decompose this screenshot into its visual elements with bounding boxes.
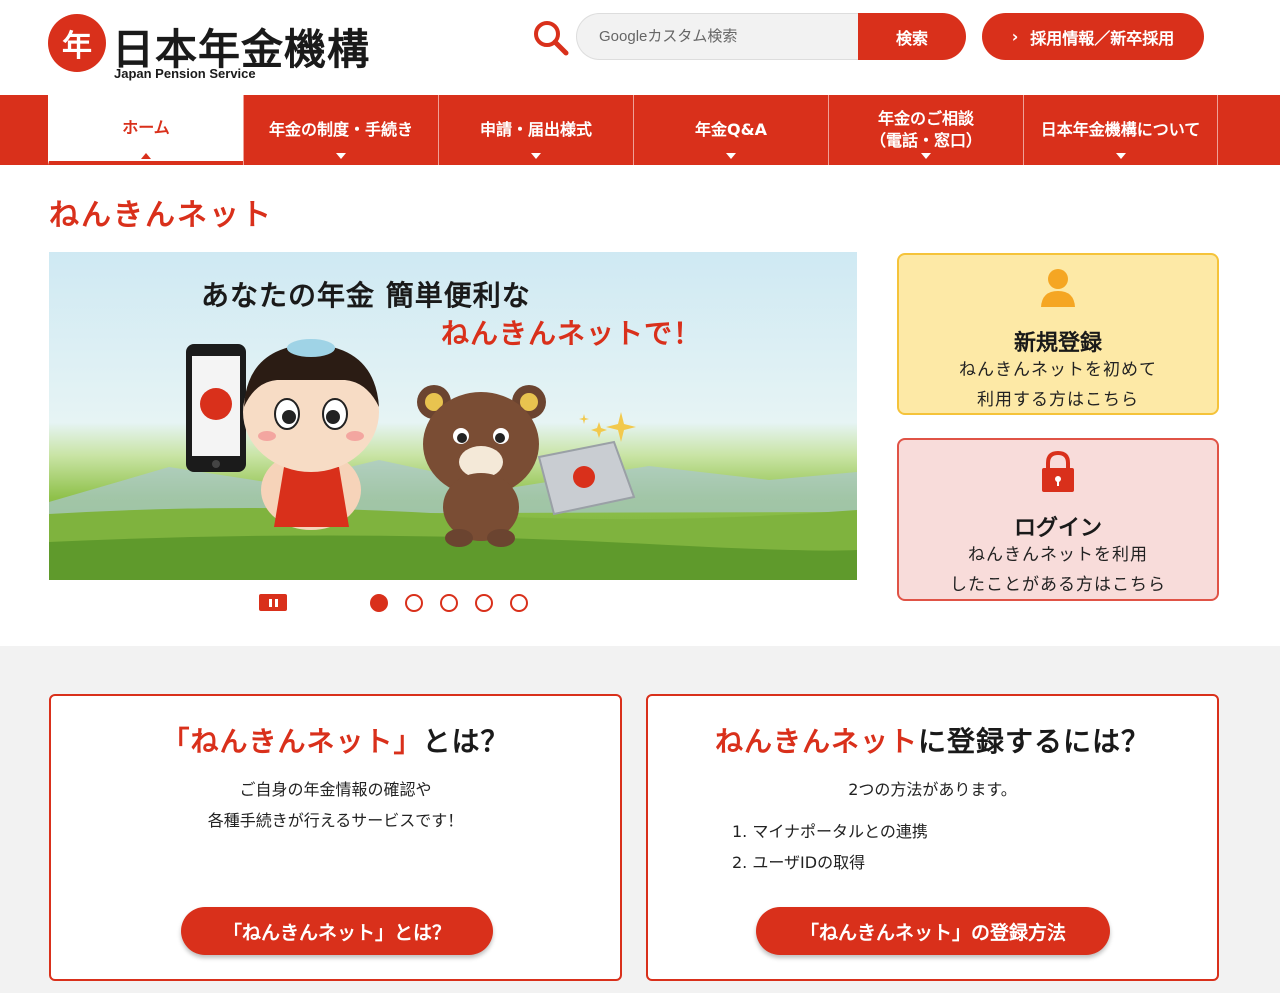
register-box-title-highlight: ねんきんネット [714, 725, 918, 758]
nav-item-label-line1: 年金のご相談 [877, 109, 974, 128]
carousel-dot-5[interactable] [510, 594, 528, 612]
about-box-text: ご自身の年金情報の確認や [239, 780, 432, 799]
about-box-title: 「ねんきんネット」とは？ [51, 720, 620, 760]
nav-item-about[interactable]: 日本年金機構について [1023, 95, 1218, 165]
register-box-title: ねんきんネットに登録するには？ [648, 720, 1217, 760]
nav-item-label: 日本年金機構について [1040, 120, 1201, 139]
caret-down-icon [921, 153, 931, 159]
lock-icon [1042, 450, 1074, 492]
pause-icon [268, 598, 272, 607]
carousel-dot-1[interactable] [370, 594, 388, 612]
register-card[interactable]: 新規登録 ねんきんネットを初めて 利用する方はこちら [897, 253, 1219, 415]
recruit-button-label: 採用情報／新卒採用 [1030, 28, 1175, 48]
carousel-dot-3[interactable] [440, 594, 458, 612]
register-method-list-item: 1. マイナポータルとの連携 [732, 822, 928, 841]
caret-up-icon [141, 153, 151, 159]
nav-item-system-procedures[interactable]: 年金の制度・手続き [243, 95, 438, 165]
nav-item-label: 年金の制度・手続き [268, 120, 413, 139]
nav-item-label: 申請・届出様式 [479, 120, 592, 139]
login-card-desc: ねんきんネットを利用 [968, 545, 1148, 565]
nav-item-label: 年金Q&A [695, 120, 767, 139]
main-nav: ホーム 年金の制度・手続き 申請・届出様式 年金Q&A 年金のご相談 （電話・窓… [0, 95, 1280, 165]
login-card-title: ログイン [1013, 516, 1102, 541]
page-title: ねんきんネット [49, 198, 273, 233]
register-box-title-rest: に登録するには？ [918, 725, 1151, 758]
register-card-title: 新規登録 [1013, 331, 1102, 356]
boy-mascot-illustration [243, 339, 379, 530]
user-icon [1041, 269, 1075, 307]
register-method-list-item: 2. ユーザIDの取得 [732, 853, 866, 872]
about-nenkin-net-box: 「ねんきんネット」とは？ ご自身の年金情報の確認や 各種手続きが行えるサービスで… [49, 694, 622, 981]
register-method-box: ねんきんネットに登録するには？ 2つの方法があります。 1. マイナポータルとの… [646, 694, 1219, 981]
logo-subtitle: Japan Pension Service [114, 66, 256, 81]
carousel-pause-button[interactable] [259, 594, 287, 611]
site-header: 年 日本年金機構 Japan Pension Service 検索 › 採用情報… [0, 0, 1280, 95]
login-card[interactable]: ログイン ねんきんネットを利用 したことがある方はこちら [897, 438, 1219, 601]
caret-down-icon [336, 153, 346, 159]
register-box-text: 2つの方法があります。 [848, 780, 1017, 799]
about-box-title-rest: とは？ [422, 725, 510, 758]
about-nenkin-net-button[interactable]: 「ねんきんネット」とは？ [181, 907, 493, 955]
nav-item-label-line2: （電話・窓口） [869, 131, 982, 150]
recruit-button[interactable]: › 採用情報／新卒採用 [982, 13, 1204, 60]
register-card-desc: 利用する方はこちら [977, 390, 1139, 410]
register-method-button[interactable]: 「ねんきんネット」の登録方法 [756, 907, 1110, 955]
nav-item-qa[interactable]: 年金Q&A [633, 95, 828, 165]
hero-banner[interactable]: あなたの年金 簡単便利な ねんきんネットで！ [49, 252, 857, 580]
logo-emblem-icon: 年 [48, 14, 106, 72]
carousel-dot-4[interactable] [475, 594, 493, 612]
banner-headline: あなたの年金 簡単便利な [201, 279, 531, 312]
caret-down-icon [726, 153, 736, 159]
caret-down-icon [1115, 153, 1126, 159]
site-logo[interactable]: 年 日本年金機構 Japan Pension Service [48, 14, 378, 86]
nav-item-home[interactable]: ホーム [48, 95, 243, 165]
about-box-text: 各種手続きが行えるサービスです！ [207, 811, 464, 830]
nav-item-label: ホーム [122, 118, 170, 137]
search-input[interactable] [576, 13, 860, 60]
pause-icon-bar [274, 598, 278, 607]
smartphone-illustration [186, 344, 246, 472]
nav-item-forms[interactable]: 申請・届出様式 [438, 95, 633, 165]
login-card-desc: したことがある方はこちら [950, 575, 1166, 595]
search-icon [534, 21, 569, 56]
carousel-dot-2[interactable] [405, 594, 423, 612]
sparkle-illustration [579, 412, 636, 442]
nav-item-consultation[interactable]: 年金のご相談 （電話・窓口） [828, 95, 1023, 165]
search-button[interactable]: 検索 [858, 13, 966, 60]
chevron-right-icon: › [1011, 27, 1019, 46]
about-box-title-highlight: 「ねんきんネット」 [161, 725, 423, 758]
caret-down-icon [531, 153, 541, 159]
register-card-desc: ねんきんネットを初めて [959, 360, 1157, 380]
banner-subheadline: ねんきんネットで！ [441, 317, 703, 350]
